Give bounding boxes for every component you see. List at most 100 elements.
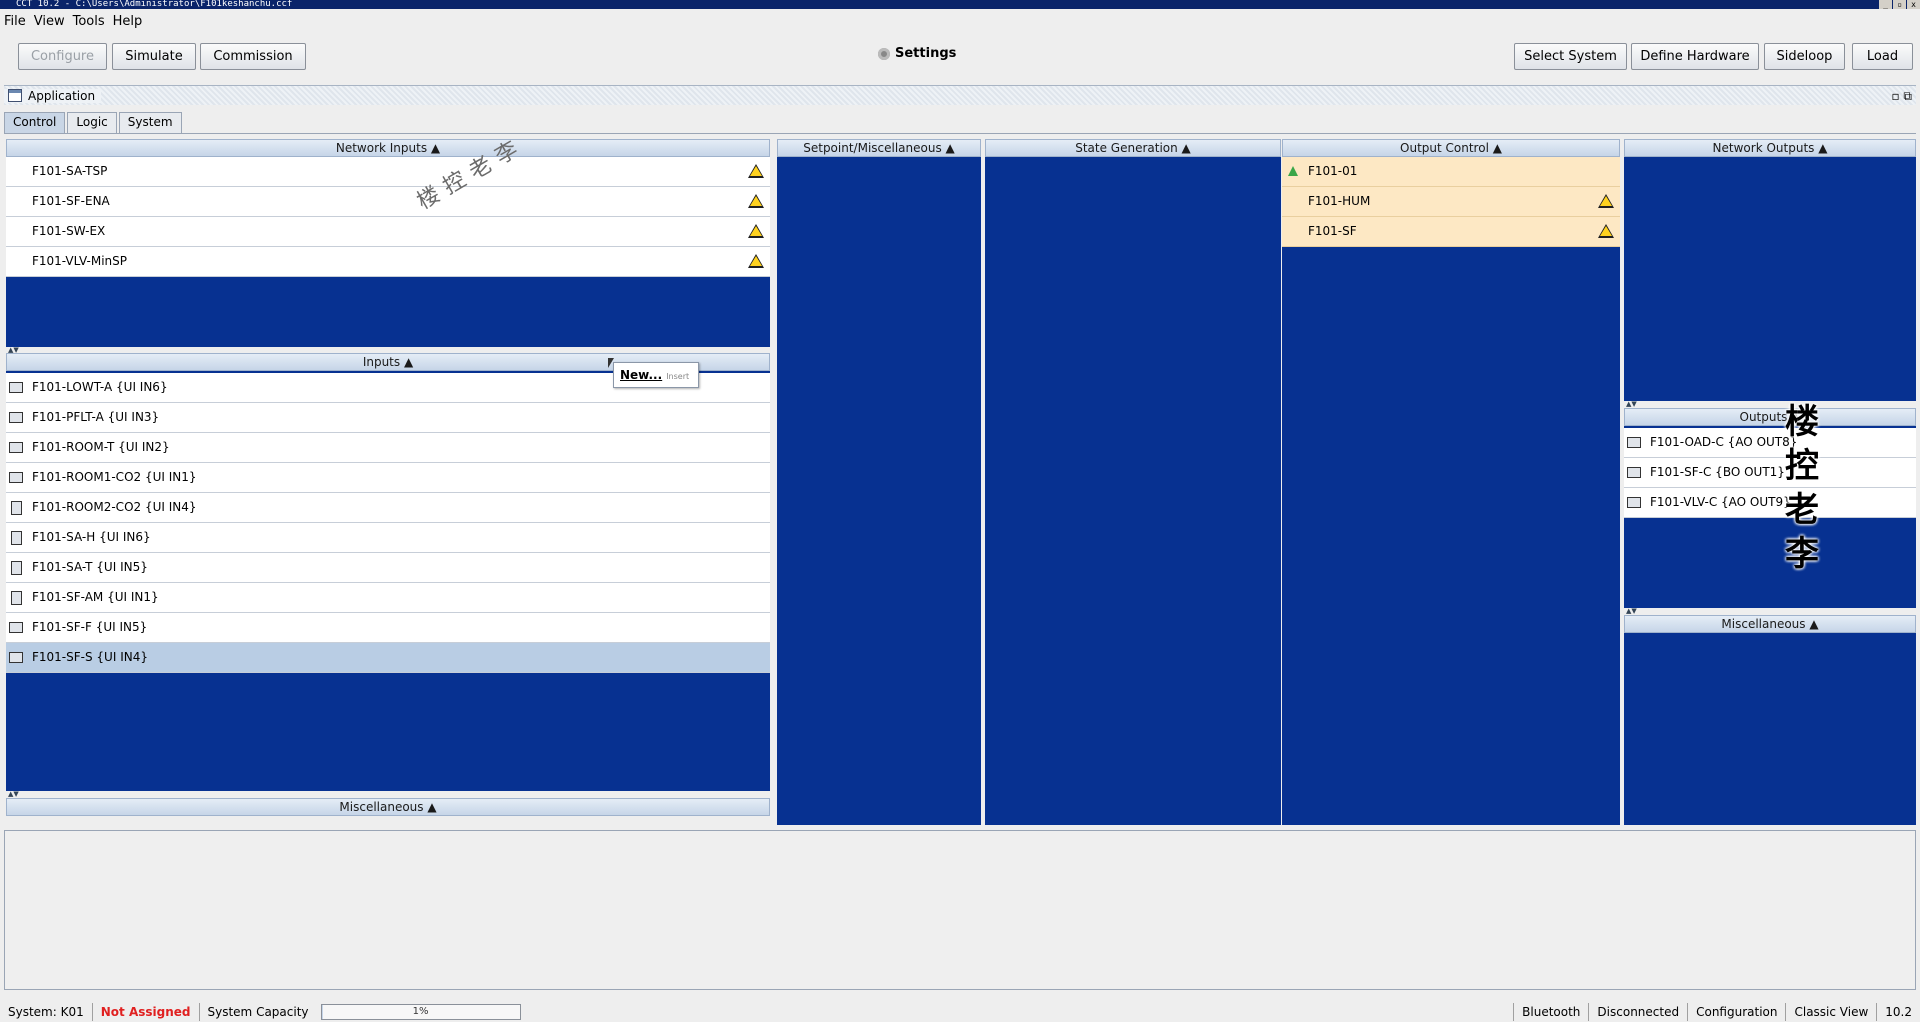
menu-help[interactable]: Help bbox=[109, 12, 147, 32]
list-item[interactable]: F101-SF-AM {UI IN1} bbox=[6, 583, 770, 613]
list-item[interactable]: F101-ROOM1-CO2 {UI IN1} bbox=[6, 463, 770, 493]
main-toolbar: Configure Simulate Commission Settings S… bbox=[0, 38, 1920, 74]
item-label: F101-SW-EX bbox=[32, 224, 106, 238]
status-version: 10.2 bbox=[1876, 1003, 1920, 1021]
output-control-panel: Output Control ▲ F101-01 F101-HUM F101-S… bbox=[1282, 139, 1620, 825]
capacity-progress-text: 1% bbox=[412, 1006, 429, 1017]
watermark-char: 老 bbox=[1785, 490, 1819, 530]
warning-icon bbox=[748, 224, 764, 238]
simulate-button[interactable]: Simulate bbox=[112, 43, 196, 70]
watermark-char: 控 bbox=[1785, 446, 1819, 486]
output-control-header[interactable]: Output Control ▲ bbox=[1282, 139, 1620, 157]
list-item[interactable]: F101-SA-TSP bbox=[6, 157, 770, 187]
item-label: F101-01 bbox=[1308, 164, 1358, 178]
binary-input-icon bbox=[11, 531, 22, 545]
status-bluetooth: Bluetooth bbox=[1513, 1003, 1588, 1021]
binary-input-icon bbox=[11, 501, 22, 515]
misc-right-header[interactable]: Miscellaneous ▲ bbox=[1624, 615, 1916, 633]
settings-button[interactable]: Settings bbox=[878, 46, 956, 61]
analog-input-icon bbox=[9, 382, 23, 393]
list-item[interactable]: F101-01 bbox=[1282, 157, 1620, 187]
watermark-char: 楼 bbox=[1785, 402, 1819, 442]
menu-view[interactable]: View bbox=[30, 12, 69, 32]
network-outputs-header[interactable]: Network Outputs ▲ bbox=[1624, 139, 1916, 157]
state-generation-header[interactable]: State Generation ▲ bbox=[985, 139, 1281, 157]
analog-input-icon bbox=[9, 412, 23, 423]
commission-button[interactable]: Commission bbox=[200, 43, 306, 70]
menu-tools[interactable]: Tools bbox=[69, 12, 109, 32]
sideloop-button[interactable]: Sideloop bbox=[1764, 43, 1845, 70]
list-item[interactable]: F101-SA-H {UI IN6} bbox=[6, 523, 770, 553]
list-item[interactable]: F101-OAD-C {AO OUT8} bbox=[1624, 428, 1916, 458]
list-item[interactable]: F101-SF-C {BO OUT1} bbox=[1624, 458, 1916, 488]
item-label: F101-SF-F {UI IN5} bbox=[32, 620, 148, 634]
setpoint-panel: Setpoint/Miscellaneous ▲ bbox=[777, 139, 981, 825]
splitter-arrows[interactable]: ▲▼ bbox=[1626, 400, 1637, 408]
list-item[interactable]: F101-HUM bbox=[1282, 187, 1620, 217]
list-item[interactable]: F101-SF-F {UI IN5} bbox=[6, 613, 770, 643]
application-panel-header: Application ▫ ⧉ bbox=[4, 85, 1916, 105]
define-hardware-button[interactable]: Define Hardware bbox=[1631, 43, 1759, 70]
warning-icon bbox=[1598, 224, 1614, 238]
list-item[interactable]: F101-VLV-MinSP bbox=[6, 247, 770, 277]
tab-control[interactable]: Control bbox=[4, 112, 66, 133]
context-menu: New... Insert bbox=[613, 362, 699, 388]
item-label: F101-ROOM-T {UI IN2} bbox=[32, 440, 170, 454]
status-capacity-label: System Capacity bbox=[207, 1005, 309, 1019]
item-label: F101-VLV-C {AO OUT9} bbox=[1650, 495, 1791, 509]
list-item-selected[interactable]: F101-SF-S {UI IN4} bbox=[6, 643, 770, 673]
item-label: F101-HUM bbox=[1308, 194, 1371, 208]
item-label: F101-SA-TSP bbox=[32, 164, 108, 178]
list-item[interactable]: F101-ROOM2-CO2 {UI IN4} bbox=[6, 493, 770, 523]
warning-icon bbox=[748, 164, 764, 178]
minimize-button[interactable]: _ bbox=[1879, 0, 1892, 9]
network-inputs-header[interactable]: Network Inputs ▲ bbox=[6, 139, 770, 157]
item-label: F101-SF-ENA bbox=[32, 194, 110, 208]
setpoint-header[interactable]: Setpoint/Miscellaneous ▲ bbox=[777, 139, 981, 157]
capacity-progress-bar: 1% bbox=[320, 1004, 521, 1020]
settings-label: Settings bbox=[895, 46, 957, 61]
restore-button[interactable]: ▫ bbox=[1893, 0, 1906, 9]
context-menu-hint: Insert bbox=[666, 372, 690, 381]
select-system-button[interactable]: Select System bbox=[1514, 43, 1627, 70]
analog-output-icon bbox=[1627, 497, 1641, 508]
item-label: F101-SF-S {UI IN4} bbox=[32, 650, 148, 664]
item-label: F101-SA-H {UI IN6} bbox=[32, 530, 151, 544]
context-menu-new[interactable]: New... bbox=[620, 368, 662, 382]
status-view[interactable]: Classic View bbox=[1785, 1003, 1876, 1021]
list-item[interactable]: F101-SF bbox=[1282, 217, 1620, 247]
outputs-header[interactable]: Outputs ▲ bbox=[1624, 408, 1916, 426]
menu-bar: File View Tools Help bbox=[0, 12, 146, 32]
status-not-assigned: Not Assigned bbox=[93, 1003, 200, 1021]
splitter-arrows[interactable]: ▲▼ bbox=[8, 790, 19, 798]
list-item[interactable]: F101-PFLT-A {UI IN3} bbox=[6, 403, 770, 433]
analog-output-icon bbox=[1627, 437, 1641, 448]
control-workarea: Network Inputs ▲ F101-SA-TSP F101-SF-ENA… bbox=[4, 133, 1916, 827]
state-up-icon bbox=[1288, 166, 1298, 176]
item-label: F101-SF-C {BO OUT1} bbox=[1650, 465, 1785, 479]
menu-file[interactable]: File bbox=[0, 12, 30, 32]
analog-input-icon bbox=[9, 652, 23, 663]
status-mode[interactable]: Configuration bbox=[1687, 1003, 1785, 1021]
misc-left-header[interactable]: Miscellaneous ▲ bbox=[6, 798, 770, 816]
list-item[interactable]: F101-SA-T {UI IN5} bbox=[6, 553, 770, 583]
tab-system[interactable]: System bbox=[118, 112, 182, 133]
state-generation-panel: State Generation ▲ bbox=[985, 139, 1281, 825]
list-item[interactable]: F101-VLV-C {AO OUT9} bbox=[1624, 488, 1916, 518]
panel-window-icons[interactable]: ▫ ⧉ bbox=[1891, 89, 1912, 104]
list-item[interactable]: F101-ROOM-T {UI IN2} bbox=[6, 433, 770, 463]
tab-logic[interactable]: Logic bbox=[67, 112, 117, 133]
window-title: CCT 10.2 - C:\Users\Administrator\F101ke… bbox=[16, 0, 293, 9]
list-item[interactable]: F101-SW-EX bbox=[6, 217, 770, 247]
splitter-arrows[interactable]: ▲▼ bbox=[1626, 607, 1637, 615]
item-label: F101-ROOM1-CO2 {UI IN1} bbox=[32, 470, 197, 484]
watermark-char: 李 bbox=[1785, 534, 1819, 574]
item-label: F101-SF-AM {UI IN1} bbox=[32, 590, 159, 604]
binary-input-icon bbox=[11, 591, 22, 605]
close-button[interactable]: x bbox=[1907, 0, 1920, 9]
list-item[interactable]: F101-SF-ENA bbox=[6, 187, 770, 217]
application-label-group: Application bbox=[4, 88, 102, 103]
load-button[interactable]: Load bbox=[1852, 43, 1913, 70]
configure-button[interactable]: Configure bbox=[18, 43, 107, 70]
warning-icon bbox=[748, 194, 764, 208]
